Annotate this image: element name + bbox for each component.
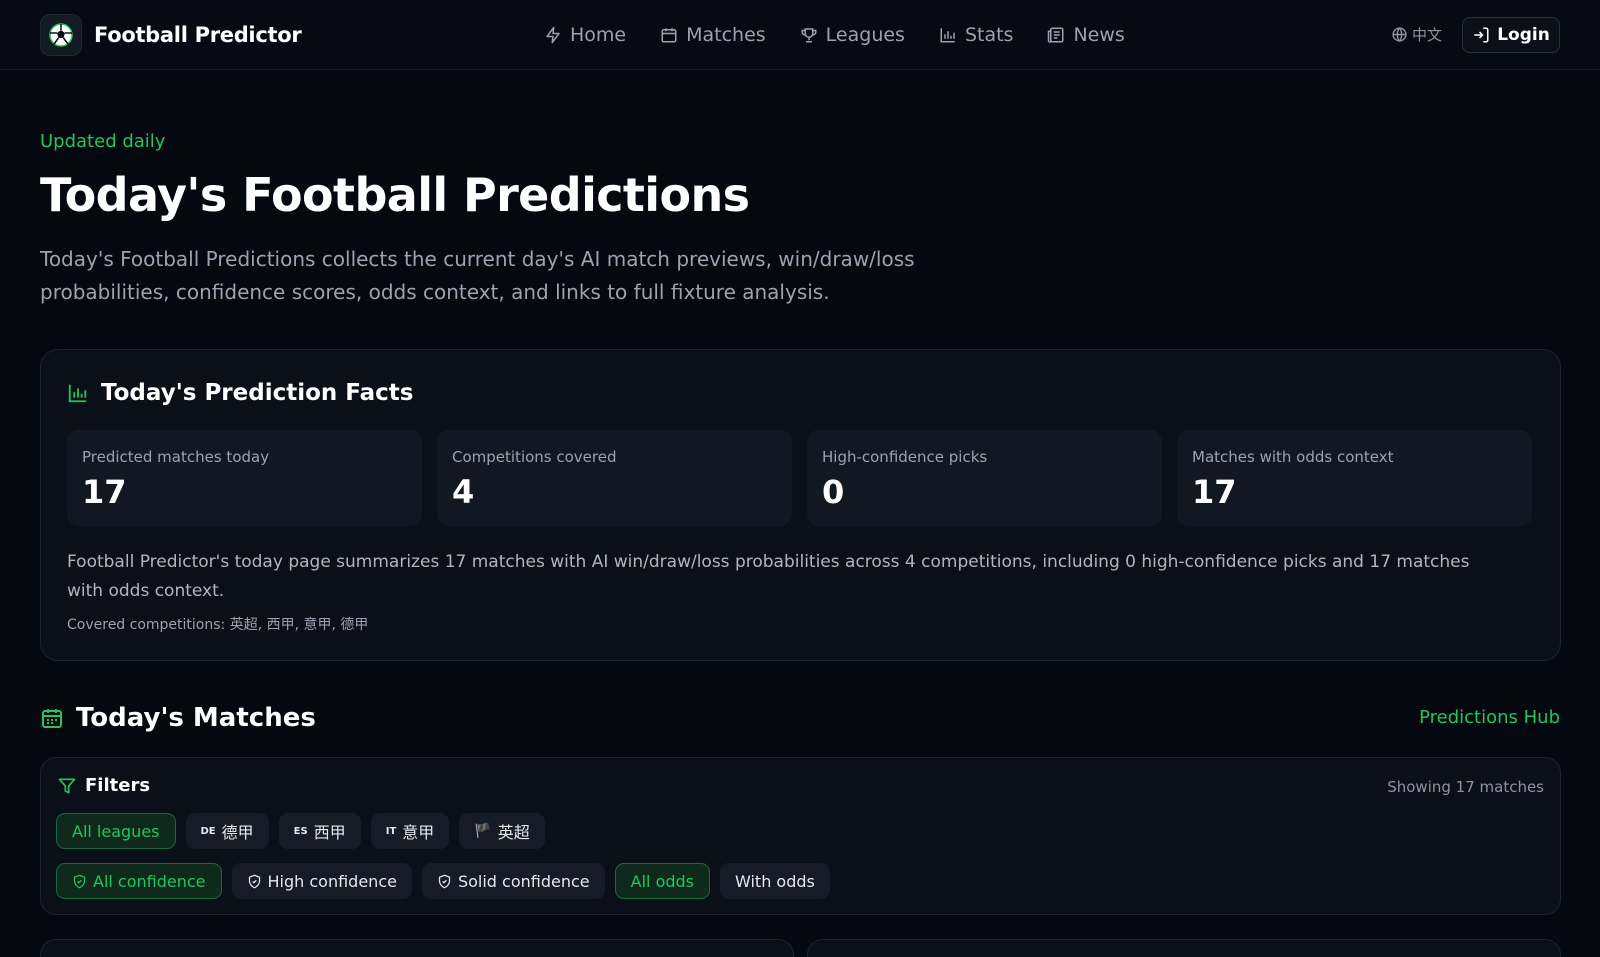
it-flag-icon: IT (385, 825, 397, 837)
filters-panel: Filters Showing 17 matches All leagues D… (40, 757, 1561, 915)
calendar-icon (661, 28, 677, 43)
calendar-icon (42, 709, 62, 728)
page-description: Today's Football Predictions collects th… (40, 247, 915, 304)
chip-label: High confidence (267, 871, 397, 891)
chip-label: With odds (735, 871, 815, 891)
nav-label-news: News (1073, 24, 1125, 46)
filter-all-odds[interactable]: All odds (614, 863, 710, 899)
nav-label-matches: Matches (686, 24, 766, 46)
covered-competitions: Covered competitions: 英超, 西甲, 意甲, 德甲 (67, 617, 369, 633)
stat-value: 4 (452, 473, 475, 511)
newspaper-icon (1048, 27, 1064, 43)
showing-count: Showing 17 matches (1387, 778, 1544, 796)
main-nav: Home Matches Leagues Stats News (544, 18, 1159, 52)
login-button[interactable]: Login (1462, 17, 1560, 53)
chip-label: 意甲 (402, 823, 435, 842)
trophy-icon (801, 28, 817, 43)
login-icon (1474, 27, 1489, 43)
bar-chart-icon (940, 28, 955, 43)
stat-label: Competitions covered (452, 448, 617, 466)
nav-label-stats: Stats (964, 24, 1014, 46)
stat-predicted-matches: Predicted matches today 17 (67, 430, 422, 526)
stat-value: 17 (1192, 473, 1237, 511)
match-card[interactable] (807, 939, 1561, 957)
bar-chart-icon (68, 384, 87, 403)
filter-all-confidence[interactable]: All confidence (56, 863, 222, 899)
nav-item-home[interactable]: Home (544, 18, 626, 52)
nav-label-home: Home (570, 24, 627, 46)
match-card[interactable] (40, 939, 794, 957)
nav-item-stats[interactable]: Stats (939, 18, 1014, 52)
chip-label: 西甲 (313, 823, 346, 842)
login-label: Login (1497, 25, 1550, 45)
nav-label-leagues: Leagues (825, 24, 905, 46)
confidence-odds-filter-row: All confidence High confidence Solid con… (56, 863, 840, 899)
chip-label: All confidence (93, 871, 206, 891)
updated-label: Updated daily (40, 131, 166, 152)
filter-high-confidence[interactable]: High confidence (231, 863, 412, 899)
stat-label: Matches with odds context (1192, 448, 1394, 466)
globe-icon (1392, 27, 1407, 42)
chip-label: 德甲 (221, 823, 254, 842)
page-title: Today's Football Predictions (40, 168, 750, 222)
chip-label: 英超 (497, 823, 530, 842)
filter-all-leagues[interactable]: All leagues (56, 813, 176, 849)
filters-heading: Filters (57, 775, 150, 796)
facts-heading: Today's Prediction Facts (67, 380, 414, 406)
matches-title: Today's Matches (76, 703, 316, 733)
lightning-icon (546, 26, 560, 44)
stat-high-confidence-picks: High-confidence picks 0 (807, 430, 1162, 526)
filter-league-bundesliga[interactable]: DE 德甲 (185, 813, 269, 849)
nav-item-matches[interactable]: Matches (660, 18, 766, 52)
filter-league-seriea[interactable]: IT 意甲 (370, 813, 450, 849)
brand-name: Football Predictor (94, 23, 302, 47)
facts-summary: Football Predictor's today page summariz… (67, 552, 1470, 601)
de-flag-icon: DE (200, 825, 216, 837)
top-navigation-bar: Football Predictor Home Matches Leagues … (0, 0, 1600, 70)
matches-heading: Today's Matches (40, 703, 316, 733)
es-flag-icon: ES (293, 825, 308, 837)
england-flag-icon: 🏴 (474, 823, 492, 839)
filter-solid-confidence[interactable]: Solid confidence (421, 863, 605, 899)
stat-value: 17 (82, 473, 127, 511)
nav-item-leagues[interactable]: Leagues (800, 18, 905, 52)
brand-link[interactable]: Football Predictor (40, 14, 302, 56)
facts-title: Today's Prediction Facts (101, 380, 414, 406)
prediction-facts-card: Today's Prediction Facts Predicted match… (40, 349, 1561, 661)
filter-league-laliga[interactable]: ES 西甲 (278, 813, 361, 849)
chip-label: All leagues (72, 821, 160, 841)
stat-competitions-covered: Competitions covered 4 (437, 430, 792, 526)
league-filter-row: All leagues DE 德甲 ES 西甲 IT 意甲 🏴 英超 (56, 813, 555, 849)
stat-matches-with-odds: Matches with odds context 17 (1177, 430, 1532, 526)
chip-label: Solid confidence (457, 871, 590, 891)
filter-league-premier-league[interactable]: 🏴 英超 (459, 813, 545, 849)
stat-label: Predicted matches today (82, 448, 270, 466)
shield-check-icon (73, 874, 86, 888)
filters-title: Filters (85, 775, 151, 796)
football-logo-icon (40, 14, 82, 56)
nav-item-news[interactable]: News (1047, 18, 1125, 52)
stat-label: High-confidence picks (822, 448, 988, 466)
stat-value: 0 (822, 473, 845, 511)
language-label: 中文 (1412, 26, 1443, 44)
predictions-hub-link[interactable]: Predictions Hub (1419, 707, 1560, 728)
chip-label: All odds (630, 871, 694, 891)
filter-with-odds[interactable]: With odds (720, 863, 830, 899)
shield-check-icon (248, 874, 260, 888)
language-switcher[interactable]: 中文 (1391, 24, 1442, 45)
shield-check-icon (438, 874, 451, 888)
filter-icon (58, 778, 76, 793)
